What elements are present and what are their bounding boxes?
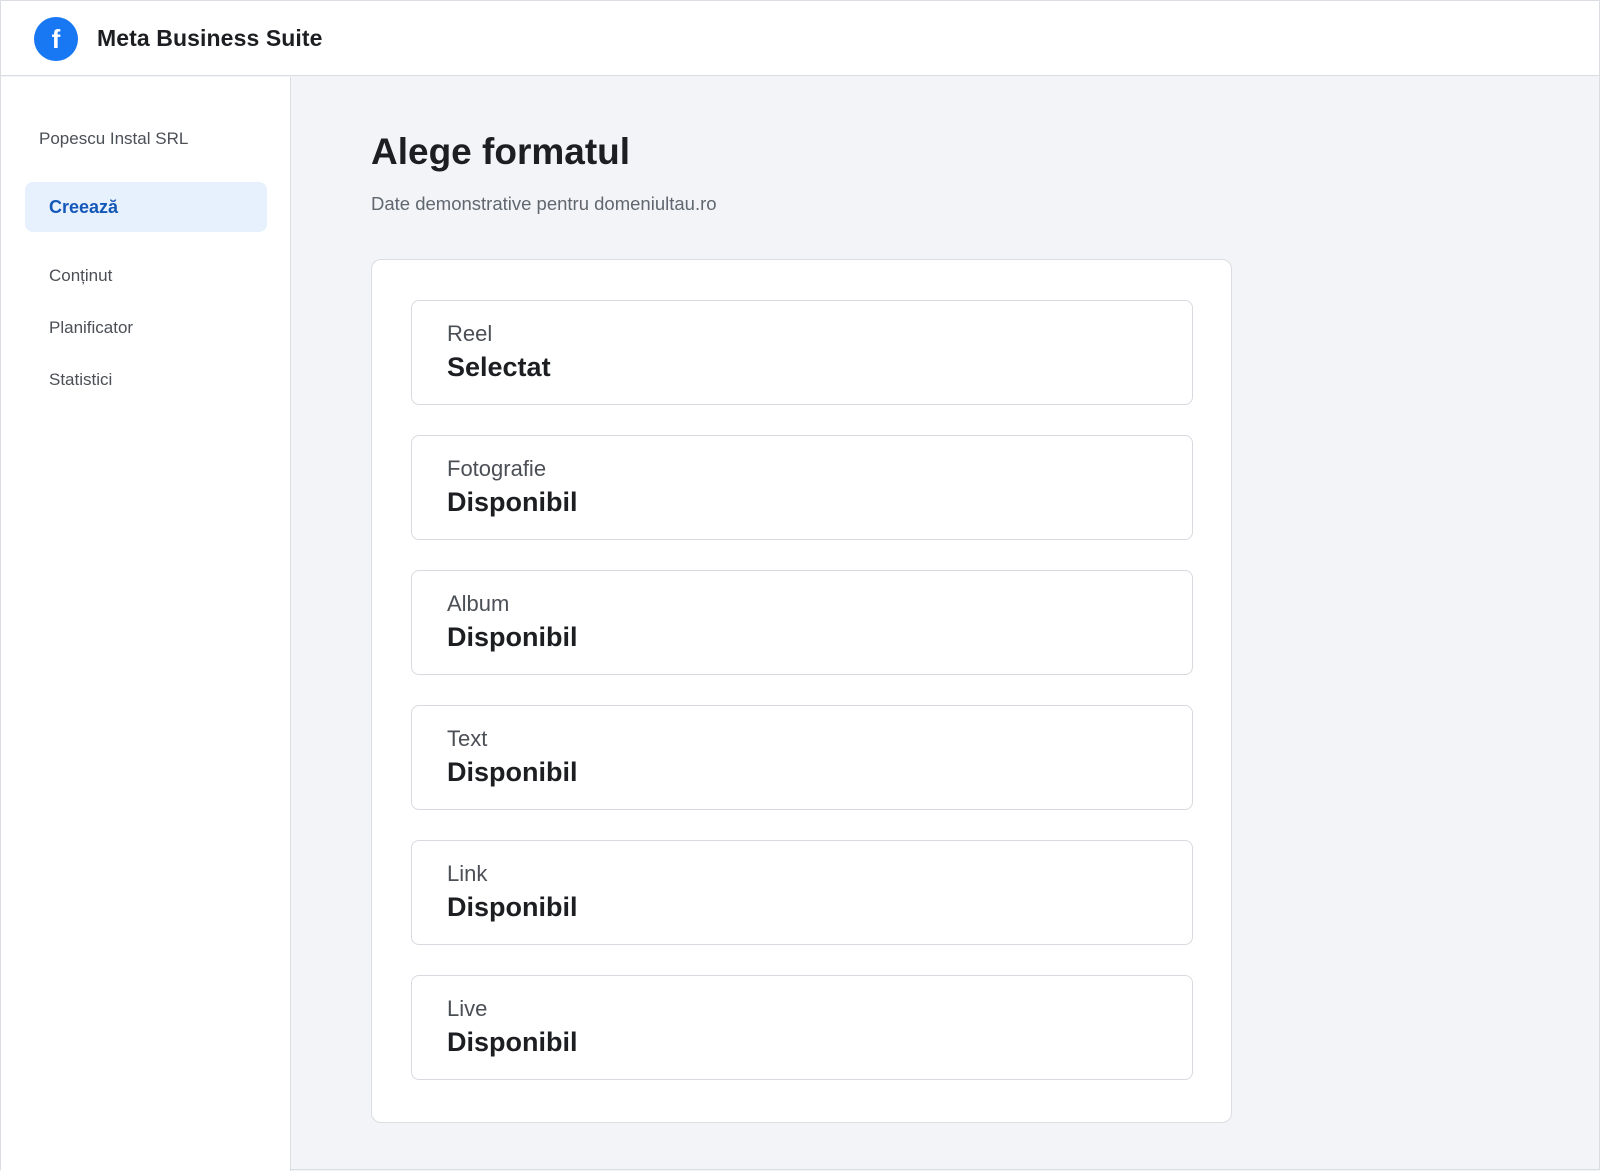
sidebar-item-label: Statistici bbox=[49, 370, 113, 389]
format-name: Link bbox=[447, 861, 488, 886]
sidebar-item-label: Planificator bbox=[49, 318, 134, 337]
account-name[interactable]: Popescu Instal SRL bbox=[39, 129, 188, 149]
format-status: Disponibil bbox=[447, 1027, 578, 1057]
format-option-reel[interactable]: Reel Selectat bbox=[411, 300, 1193, 405]
sidebar-item-continut[interactable]: Conținut bbox=[25, 251, 267, 301]
main-content: Alege formatul Date demonstrative pentru… bbox=[291, 77, 1599, 1171]
sidebar-item-statistici[interactable]: Statistici bbox=[25, 355, 267, 405]
format-option-album[interactable]: Album Disponibil bbox=[411, 570, 1193, 675]
format-name: Live bbox=[447, 996, 488, 1021]
format-status: Disponibil bbox=[447, 487, 578, 517]
format-name: Text bbox=[447, 726, 488, 751]
format-option-live[interactable]: Live Disponibil bbox=[411, 975, 1193, 1080]
page-subtitle: Date demonstrative pentru domeniultau.ro bbox=[371, 193, 717, 214]
format-status: Disponibil bbox=[447, 622, 578, 652]
sidebar-item-label: Conținut bbox=[49, 266, 113, 285]
sidebar-item-planificator[interactable]: Planificator bbox=[25, 303, 267, 353]
sidebar-item-label: Creează bbox=[49, 196, 119, 217]
format-status: Disponibil bbox=[447, 757, 578, 787]
format-name: Reel bbox=[447, 321, 493, 346]
facebook-logo-icon[interactable]: f bbox=[34, 17, 78, 61]
page-title: Alege formatul bbox=[371, 131, 631, 172]
top-bar: f Meta Business Suite bbox=[1, 1, 1599, 76]
app-window: f Meta Business Suite Popescu Instal SRL… bbox=[0, 0, 1600, 1171]
format-option-text[interactable]: Text Disponibil bbox=[411, 705, 1193, 810]
app-title: Meta Business Suite bbox=[97, 25, 323, 51]
format-status: Selectat bbox=[447, 352, 551, 382]
format-option-link[interactable]: Link Disponibil bbox=[411, 840, 1193, 945]
format-option-fotografie[interactable]: Fotografie Disponibil bbox=[411, 435, 1193, 540]
format-card: Reel Selectat Fotografie Disponibil Albu… bbox=[371, 259, 1232, 1123]
format-name: Fotografie bbox=[447, 456, 547, 481]
format-name: Album bbox=[447, 591, 510, 616]
sidebar: Popescu Instal SRL Creează Conținut Plan… bbox=[1, 77, 291, 1171]
format-status: Disponibil bbox=[447, 892, 578, 922]
sidebar-item-creeaza[interactable]: Creează bbox=[25, 182, 267, 232]
